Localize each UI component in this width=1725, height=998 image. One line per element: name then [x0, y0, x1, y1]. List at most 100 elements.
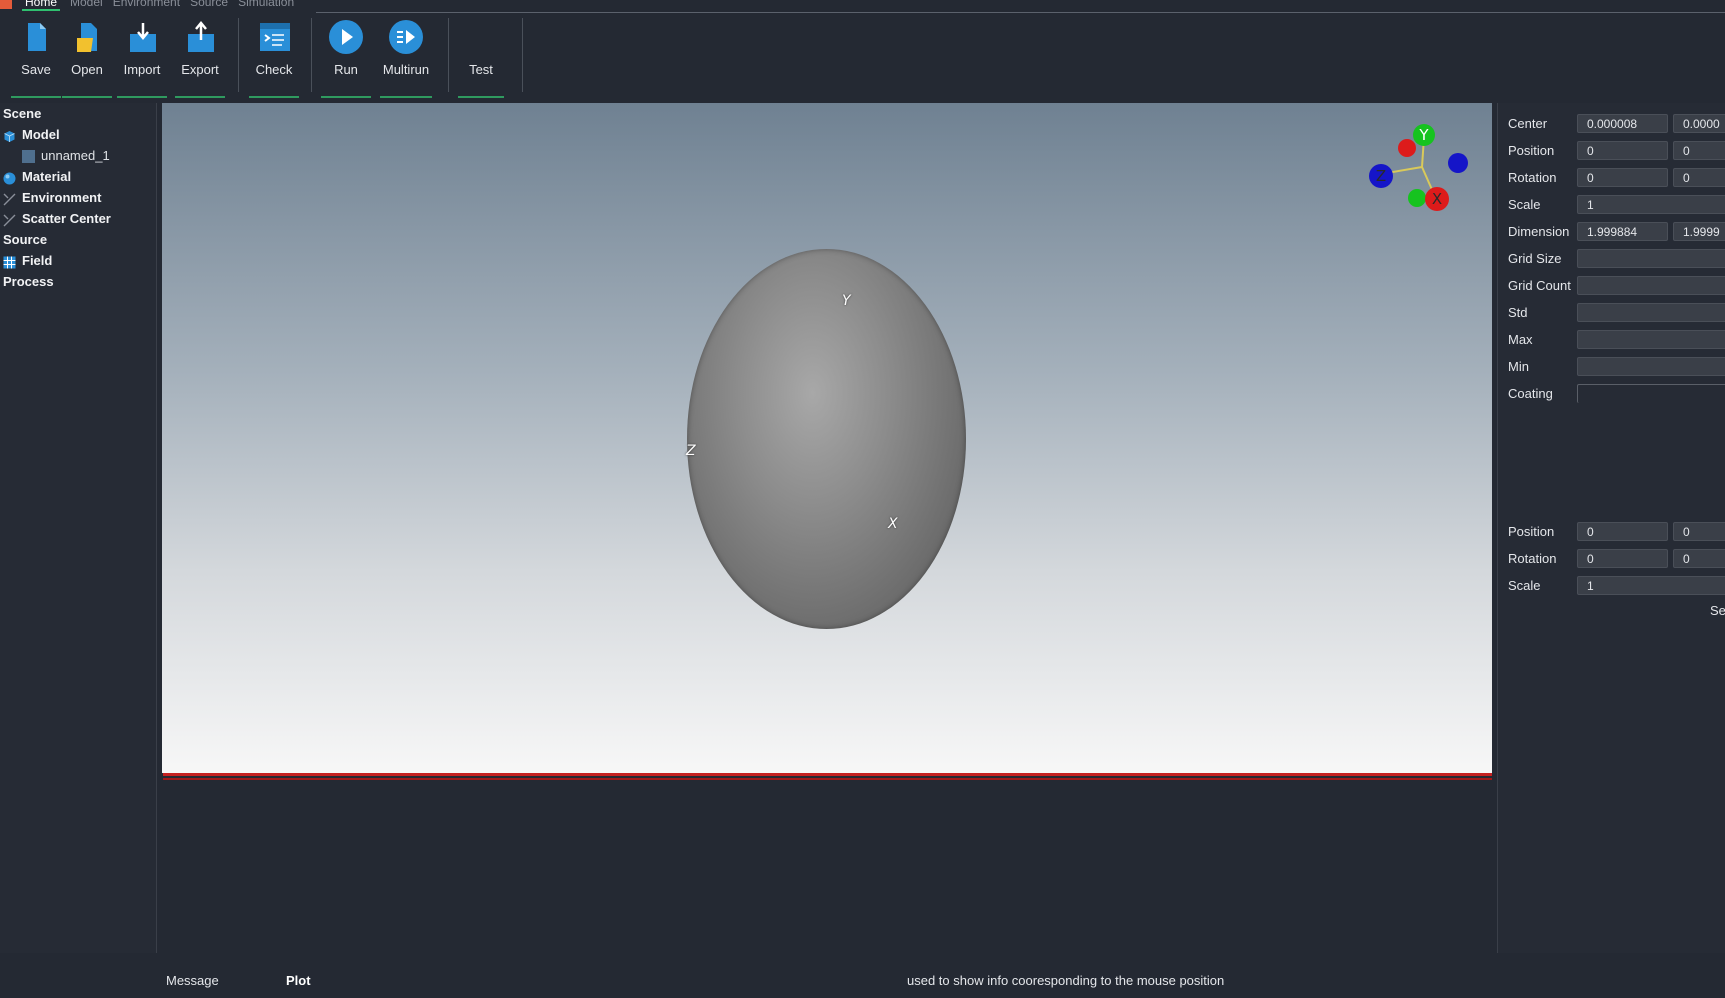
prop-grid-count: Grid Count: [1498, 275, 1725, 297]
tree-item-material[interactable]: Material: [3, 167, 71, 187]
rotation-x-field[interactable]: 0: [1577, 168, 1668, 187]
gizmo-x-label: X: [1432, 190, 1442, 208]
check-button[interactable]: Check: [246, 18, 302, 98]
center-x-field[interactable]: 0.000008: [1577, 114, 1668, 133]
std-field[interactable]: [1577, 303, 1725, 322]
position-x-field[interactable]: 0: [1577, 141, 1668, 160]
save-button[interactable]: Save: [8, 18, 64, 98]
save-underline: [11, 96, 61, 98]
tree-label: Scatter Center: [22, 211, 111, 226]
test-button[interactable]: Test: [455, 18, 507, 98]
open-button[interactable]: Open: [59, 18, 115, 98]
rotation2-x-field[interactable]: 0: [1577, 549, 1668, 568]
rotation-y-field[interactable]: 0: [1673, 168, 1725, 187]
prop-label: Std: [1508, 305, 1528, 320]
menu-divider: [316, 12, 1725, 13]
prop-grid-size: Grid Size: [1498, 248, 1725, 270]
run-underline: [321, 96, 371, 98]
tree-item-process[interactable]: Process: [3, 272, 54, 292]
tree-item-environment[interactable]: Environment: [3, 188, 101, 208]
position2-y-field[interactable]: 0: [1673, 522, 1725, 541]
tree-item-unnamed-1[interactable]: unnamed_1: [22, 146, 110, 166]
tree-item-scatter-center[interactable]: Scatter Center: [3, 209, 111, 229]
toolbar-separator: [448, 18, 449, 92]
run-button[interactable]: Run: [318, 18, 374, 98]
ellipsoid-model[interactable]: [687, 249, 966, 629]
prop-label: Center: [1508, 116, 1548, 131]
tab-message[interactable]: Message: [166, 973, 219, 988]
tree-item-field[interactable]: Field: [3, 251, 52, 271]
tree-label: unnamed_1: [41, 148, 110, 163]
scale-field[interactable]: 1: [1577, 195, 1725, 214]
import-button[interactable]: Import: [114, 18, 170, 98]
prop-label: Dimension: [1508, 224, 1570, 239]
material-sphere-icon: [3, 171, 16, 185]
mesh-icon: [22, 150, 35, 164]
tab-plot[interactable]: Plot: [286, 973, 311, 988]
tab-model[interactable]: Model: [70, 0, 103, 11]
min-field[interactable]: [1577, 357, 1725, 376]
export-label: Export: [181, 62, 219, 77]
mouse-info-text: used to show info cooresponding to the m…: [907, 973, 1225, 988]
gizmo-z-label: Z: [1376, 167, 1386, 185]
tree-label: Environment: [22, 190, 102, 205]
play-icon: [326, 18, 366, 58]
tree-item-source[interactable]: Source: [3, 230, 47, 250]
import-underline: [117, 96, 167, 98]
prop-label: Grid Count: [1508, 278, 1571, 293]
dimension-y-field[interactable]: 1.9999: [1673, 222, 1725, 241]
prop-label: Grid Size: [1508, 251, 1562, 266]
tree-label: Model: [22, 127, 60, 142]
tab-simulation[interactable]: Simulation: [238, 0, 294, 11]
prop-min: Min: [1498, 356, 1725, 378]
prop-label: Position: [1508, 524, 1555, 539]
gizmo-y-label: Y: [1418, 126, 1429, 144]
tab-home[interactable]: Home: [22, 0, 61, 11]
tab-source[interactable]: Source: [190, 0, 228, 11]
scale2-field[interactable]: 1: [1577, 576, 1725, 595]
3d-viewport[interactable]: Y Z X Y Z X: [162, 103, 1492, 773]
prop-rotation-2: Rotation 0 0: [1498, 548, 1725, 570]
check-label: Check: [255, 62, 293, 77]
scene-tree: Scene Model unnamed_1 Material Environme…: [0, 103, 157, 953]
check-icon: [254, 18, 294, 58]
prop-position: Position 0 0: [1498, 140, 1725, 162]
position2-x-field[interactable]: 0: [1577, 522, 1668, 541]
grid-icon: [3, 255, 16, 269]
prop-std: Std: [1498, 302, 1725, 324]
toolbar-separator: [238, 18, 239, 92]
environment-icon: [3, 192, 16, 206]
position-y-field[interactable]: 0: [1673, 141, 1725, 160]
dimension-x-field[interactable]: 1.999884: [1577, 222, 1668, 241]
grid-size-field[interactable]: [1577, 249, 1725, 268]
app-icon: [0, 0, 12, 9]
prop-label: Scale: [1508, 197, 1541, 212]
cube-icon: [3, 129, 16, 143]
prop-scale: Scale 1: [1498, 194, 1725, 216]
tree-item-model[interactable]: Model: [3, 125, 60, 145]
grid-count-field[interactable]: [1577, 276, 1725, 295]
property-panel: Center 0.000008 0.0000 Position 0 0 Rota…: [1497, 103, 1725, 953]
max-field[interactable]: [1577, 330, 1725, 349]
set-button[interactable]: Se: [1710, 603, 1725, 618]
prop-max: Max: [1498, 329, 1725, 351]
prop-dimension: Dimension 1.999884 1.9999: [1498, 221, 1725, 243]
axis-label-x: X: [888, 516, 898, 532]
prop-label: Scale: [1508, 578, 1541, 593]
export-button[interactable]: Export: [172, 18, 228, 98]
tab-environment[interactable]: Environment: [113, 0, 180, 11]
center-y-field[interactable]: 0.0000: [1673, 114, 1725, 133]
rotation2-y-field[interactable]: 0: [1673, 549, 1725, 568]
tree-item-scene[interactable]: Scene: [3, 104, 41, 124]
status-bar: Message Plot used to show info coorespon…: [0, 953, 1725, 998]
prop-label: Position: [1508, 143, 1555, 158]
coating-dropdown[interactable]: [1577, 384, 1725, 403]
open-file-icon: [67, 18, 107, 58]
test-icon: [461, 18, 501, 58]
multirun-button[interactable]: Multirun: [377, 18, 435, 98]
tree-label: Process: [3, 274, 54, 289]
tree-label: Material: [22, 169, 72, 184]
orientation-gizmo[interactable]: Y Z X: [1362, 117, 1482, 217]
scatter-center-icon: [3, 213, 16, 227]
toolbar-separator: [311, 18, 312, 92]
